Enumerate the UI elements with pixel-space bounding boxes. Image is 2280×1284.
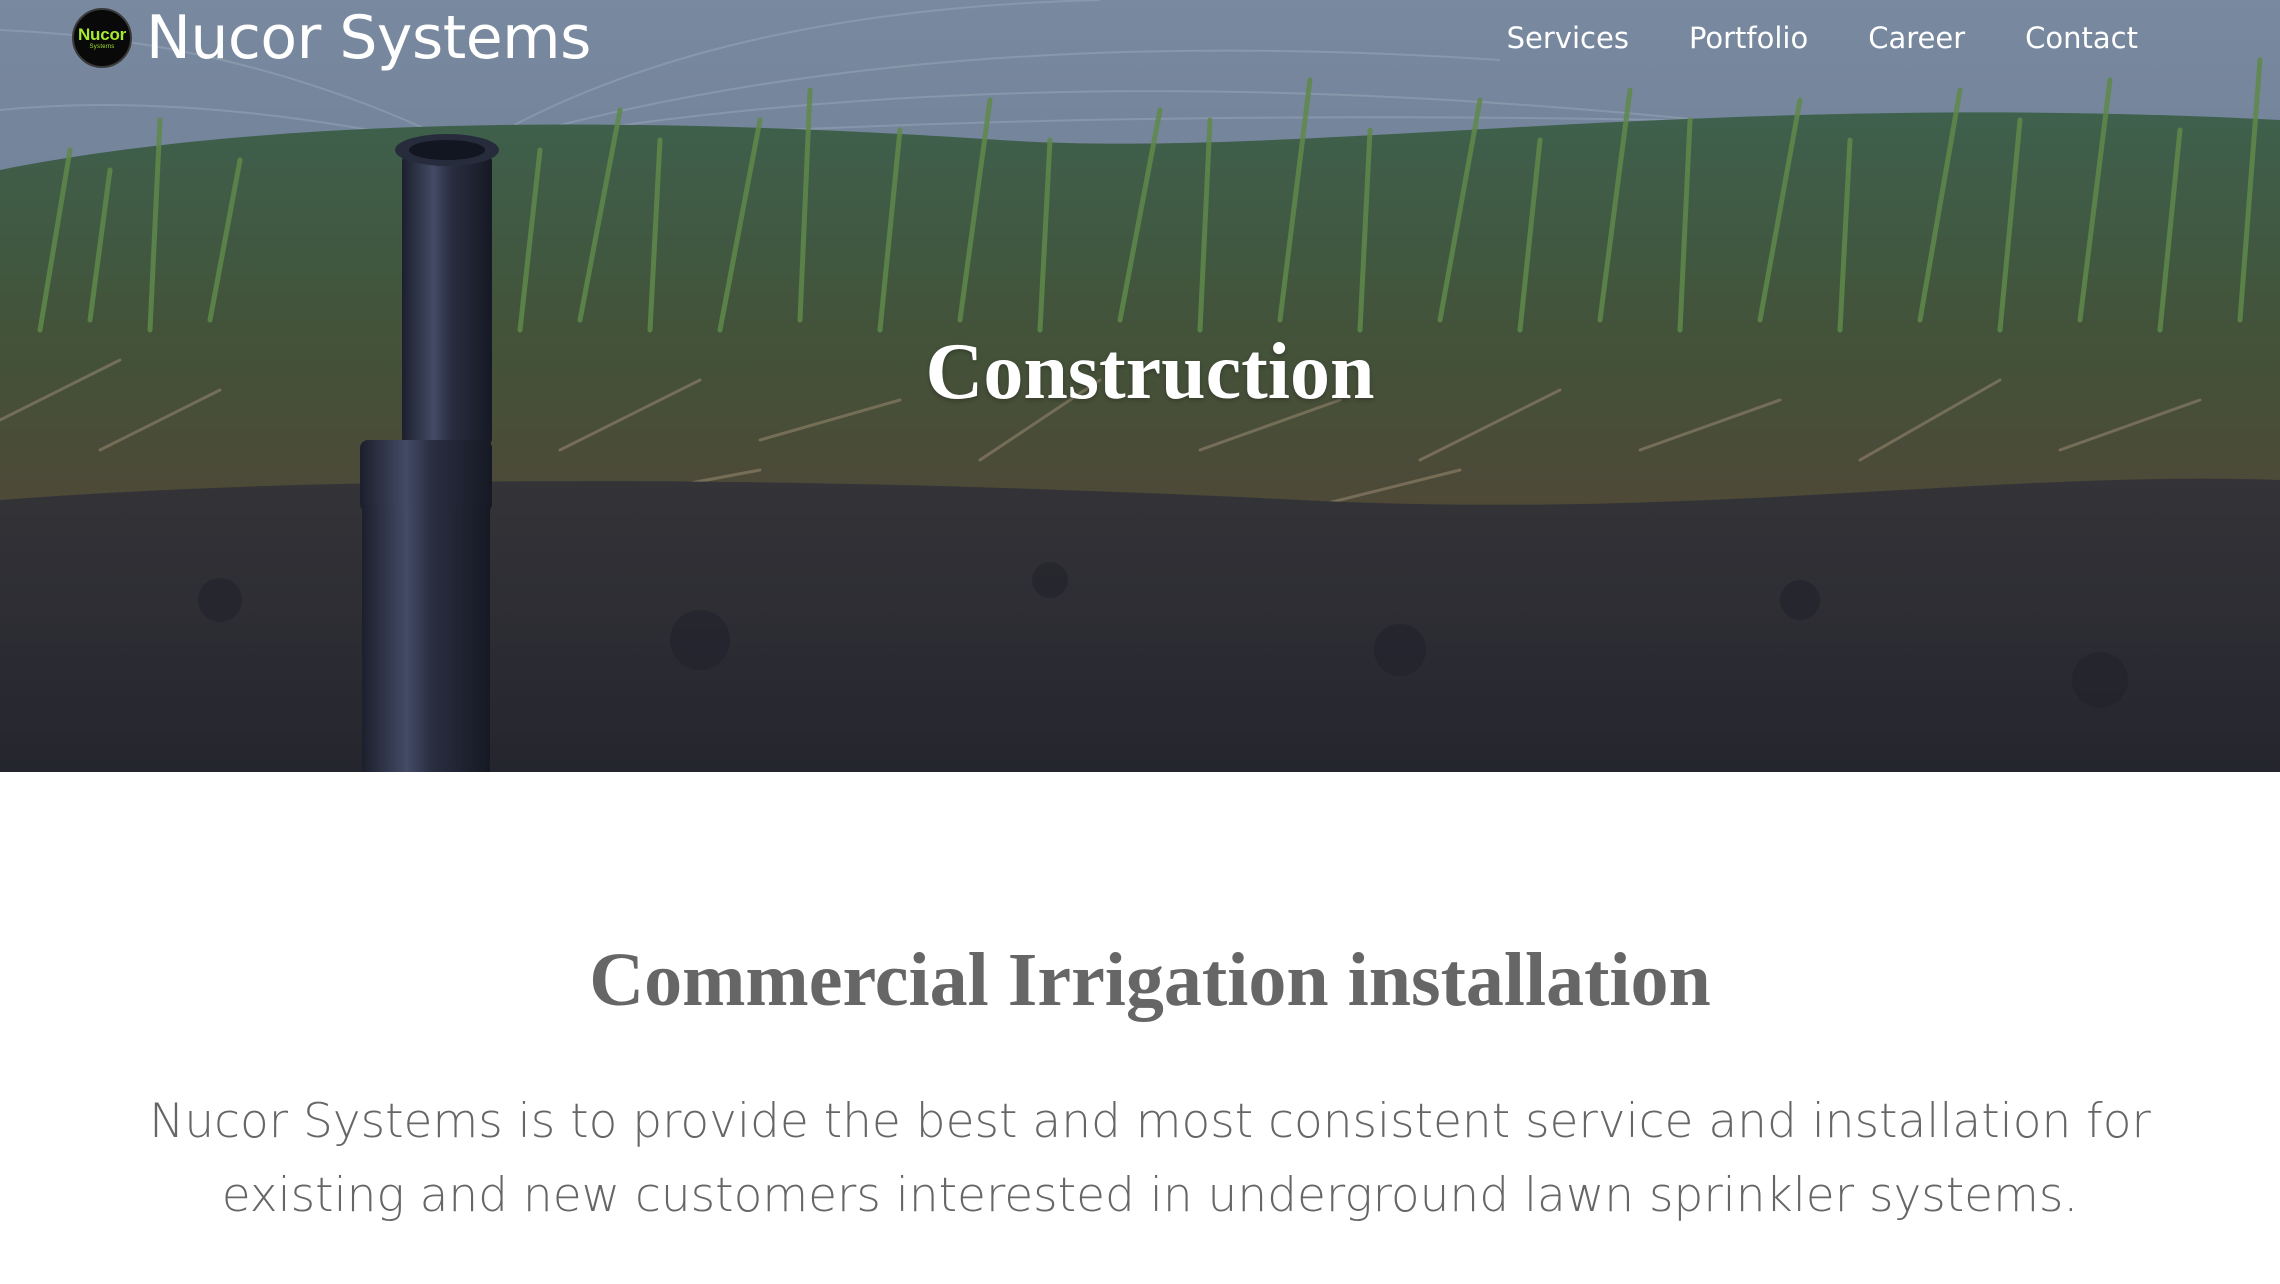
logo-subtext: Systems: [89, 44, 115, 50]
nav-link-services[interactable]: Services: [1477, 18, 1659, 58]
nav-link-portfolio[interactable]: Portfolio: [1659, 18, 1838, 58]
nav-link-career[interactable]: Career: [1838, 18, 1995, 58]
brand-name: Nucor Systems: [146, 3, 591, 73]
hero-banner: Nucor Systems Nucor Systems Services Por…: [0, 0, 2280, 772]
brand-logo: Nucor Systems: [72, 8, 132, 68]
hero-title: Construction: [925, 328, 1375, 416]
main-navigation: Services Portfolio Career Contact: [1477, 18, 2138, 58]
section-description: Nucor Systems is to provide the best and…: [149, 1094, 2151, 1223]
section-title: Commercial Irrigation installation: [589, 938, 1711, 1022]
brand-home-link[interactable]: Nucor Systems Nucor Systems: [72, 0, 591, 76]
logo-text: Nucor: [77, 25, 127, 44]
nav-link-contact[interactable]: Contact: [1995, 18, 2138, 58]
